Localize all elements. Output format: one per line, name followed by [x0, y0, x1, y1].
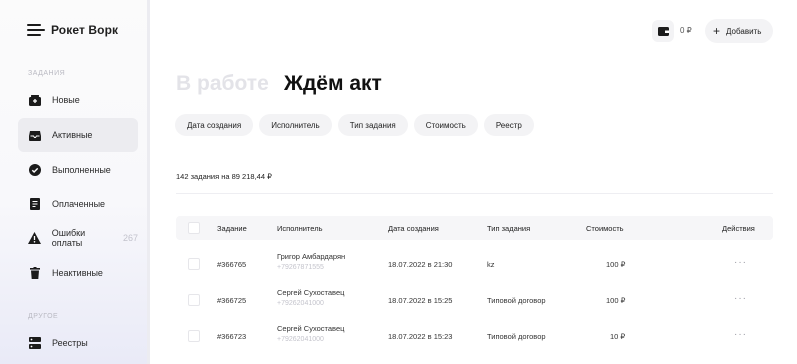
- more-actions-icon[interactable]: ···: [734, 293, 747, 304]
- executor-name[interactable]: Сергей Сухоставец: [277, 288, 344, 297]
- filter-bar: Дата создания Исполнитель Тип задания Ст…: [175, 114, 540, 136]
- sidebar-item-label: Неактивные: [52, 268, 103, 278]
- trash-icon: [28, 266, 42, 280]
- sidebar-item-registries[interactable]: Реестры: [18, 326, 138, 360]
- select-all-checkbox[interactable]: [188, 222, 200, 234]
- sidebar: Рокет Ворк ЗАДАНИЯ Новые Активные Выполн…: [0, 0, 150, 364]
- filter-registry[interactable]: Реестр: [483, 114, 534, 136]
- receipt-icon: [28, 197, 42, 211]
- table-header: Задание Исполнитель Дата создания Тип за…: [176, 216, 773, 240]
- date-created: 18.07.2022 в 15:23: [388, 332, 453, 341]
- row-checkbox[interactable]: [188, 294, 200, 306]
- column-header-cost[interactable]: Стоимость: [586, 224, 624, 233]
- executor-phone: +79262041000: [277, 336, 324, 343]
- task-type: Типовой договор: [487, 332, 546, 341]
- tasks-summary: 142 задания на 89 218,44 ₽: [176, 172, 272, 181]
- row-checkbox[interactable]: [188, 330, 200, 342]
- sidebar-item-label: Новые: [52, 95, 80, 105]
- executor-cell: Григор Амбардарян +79267871555: [277, 252, 345, 271]
- logo[interactable]: Рокет Ворк: [27, 23, 118, 37]
- filter-cost[interactable]: Стоимость: [413, 114, 478, 136]
- task-id[interactable]: #366765: [217, 260, 246, 269]
- filter-date-created[interactable]: Дата создания: [175, 114, 254, 136]
- executor-cell: Сергей Сухоставец +79262041000: [277, 288, 344, 307]
- sidebar-item-label: Выполненные: [52, 165, 111, 175]
- sidebar-item-active[interactable]: Активные: [18, 118, 138, 152]
- more-actions-icon[interactable]: ···: [734, 329, 747, 340]
- page-title[interactable]: Ждём акт: [284, 72, 382, 96]
- task-type: kz: [487, 260, 495, 269]
- executor-name[interactable]: Григор Амбардарян: [277, 252, 345, 261]
- add-button[interactable]: + Добавить: [705, 19, 773, 43]
- table-row[interactable]: #366725 Сергей Сухоставец +79262041000 1…: [176, 282, 773, 318]
- section-label-other: ДРУГОЕ: [28, 313, 59, 320]
- task-id[interactable]: #366723: [217, 332, 246, 341]
- sidebar-item-paid[interactable]: Оплаченные: [18, 187, 138, 221]
- registry-icon: [28, 336, 42, 350]
- executor-name[interactable]: Сергей Сухоставец: [277, 324, 344, 333]
- sidebar-item-completed[interactable]: Выполненные: [18, 153, 138, 187]
- sidebar-item-inactive[interactable]: Неактивные: [18, 256, 138, 290]
- sidebar-item-label: Ошибки оплаты: [51, 228, 86, 248]
- task-cost: 100 ₽: [606, 260, 626, 269]
- executor-cell: Сергей Сухоставец +79262041000: [277, 324, 344, 343]
- filter-executor[interactable]: Исполнитель: [259, 114, 332, 136]
- column-header-task[interactable]: Задание: [217, 224, 247, 233]
- task-id[interactable]: #366725: [217, 296, 246, 305]
- column-header-executor[interactable]: Исполнитель: [277, 224, 322, 233]
- check-circle-icon: [28, 163, 42, 177]
- sidebar-item-label: Активные: [52, 130, 93, 140]
- sidebar-item-payment-errors[interactable]: Ошибки оплаты 267: [18, 221, 138, 255]
- column-header-date[interactable]: Дата создания: [388, 224, 439, 233]
- section-label-tasks: ЗАДАНИЯ: [28, 70, 66, 77]
- sidebar-item-label: Оплаченные: [52, 199, 106, 209]
- wallet-button[interactable]: [652, 20, 674, 42]
- executor-phone: +79262041000: [277, 300, 324, 307]
- table-row[interactable]: #366723 Сергей Сухоставец +79262041000 1…: [176, 318, 773, 354]
- task-cost: 10 ₽: [610, 332, 626, 341]
- warning-icon: [28, 231, 42, 245]
- inbox-active-icon: [28, 128, 42, 142]
- filter-task-type[interactable]: Тип задания: [337, 114, 408, 136]
- column-header-actions: Действия: [722, 224, 755, 233]
- task-type: Типовой договор: [487, 296, 546, 305]
- column-header-type[interactable]: Тип задания: [487, 224, 530, 233]
- row-checkbox[interactable]: [188, 258, 200, 270]
- sidebar-item-new[interactable]: Новые: [18, 83, 138, 117]
- add-button-label: Добавить: [726, 26, 762, 36]
- tab-in-progress[interactable]: В работе: [176, 72, 269, 96]
- balance-value: 0 ₽: [680, 26, 692, 35]
- task-cost: 100 ₽: [606, 296, 626, 305]
- inbox-new-icon: [28, 93, 42, 107]
- divider: [176, 193, 773, 194]
- date-created: 18.07.2022 в 15:25: [388, 296, 453, 305]
- table-row[interactable]: #366765 Григор Амбардарян +79267871555 1…: [176, 246, 773, 282]
- date-created: 18.07.2022 в 21:30: [388, 260, 453, 269]
- logo-text: Рокет Ворк: [51, 23, 119, 37]
- wallet-icon: [657, 26, 669, 36]
- sidebar-item-label: Реестры: [52, 338, 88, 348]
- plus-icon: +: [713, 24, 721, 38]
- executor-phone: +79267871555: [277, 264, 324, 271]
- more-actions-icon[interactable]: ···: [734, 257, 747, 268]
- logo-icon: [27, 23, 45, 37]
- error-count-badge: 267: [122, 233, 138, 243]
